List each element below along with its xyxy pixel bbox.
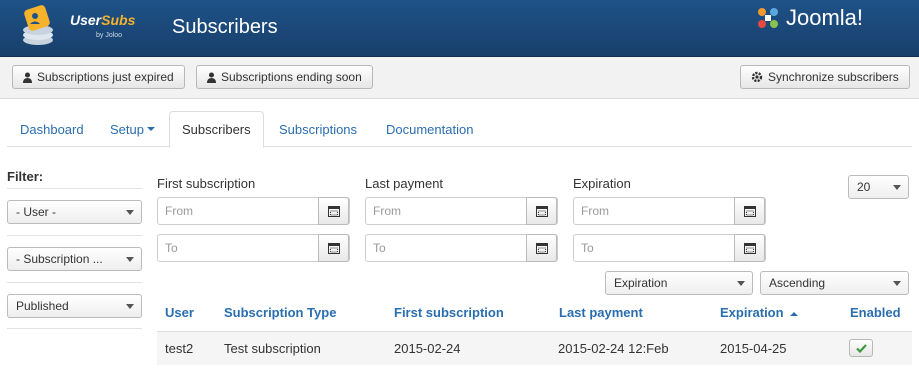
first-subscription-from-input[interactable] bbox=[158, 198, 320, 224]
subscription-filter-value: - Subscription ... bbox=[16, 252, 103, 266]
tab-documentation-label: Documentation bbox=[386, 121, 474, 137]
user-filter-select[interactable]: - User - bbox=[7, 200, 142, 224]
chevron-down-icon bbox=[126, 257, 134, 262]
logo-subtext: by Joloo bbox=[96, 32, 123, 39]
user-filter-value: - User - bbox=[16, 205, 56, 219]
app-header: UserSubs by Joloo Subscribers Joomla! bbox=[0, 0, 919, 57]
chevron-down-icon bbox=[126, 304, 134, 309]
calendar-icon bbox=[327, 206, 340, 217]
synchronize-subscribers-button[interactable]: Synchronize subscribers bbox=[740, 65, 910, 89]
expiration-to-input[interactable] bbox=[574, 235, 736, 261]
calendar-button[interactable] bbox=[734, 234, 765, 262]
calendar-button[interactable] bbox=[526, 197, 557, 225]
tab-subscribers-label: Subscribers bbox=[182, 122, 251, 137]
joomla-brand-text: Joomla! bbox=[786, 5, 864, 30]
subscriptions-expired-label: Subscriptions just expired bbox=[37, 70, 174, 84]
expiration-from-field bbox=[573, 197, 766, 225]
page-title: Subscribers bbox=[172, 16, 278, 38]
sort-field-select[interactable]: Expiration bbox=[605, 271, 753, 295]
subscription-filter-select[interactable]: - Subscription ... bbox=[7, 247, 142, 271]
calendar-button[interactable] bbox=[734, 197, 765, 225]
calendar-icon bbox=[743, 206, 756, 217]
status-filter-select[interactable]: Published bbox=[7, 294, 142, 318]
sort-direction-value: Ascending bbox=[769, 276, 826, 290]
calendar-button[interactable] bbox=[318, 234, 349, 262]
column-header-last-payment[interactable]: Last payment bbox=[559, 305, 643, 320]
logo-text: UserSubs bbox=[70, 12, 136, 28]
subscriptions-ending-button[interactable]: Subscriptions ending soon bbox=[196, 65, 373, 89]
subscriptions-ending-label: Subscriptions ending soon bbox=[221, 70, 362, 84]
user-icon bbox=[23, 72, 32, 83]
last-payment-label: Last payment bbox=[365, 176, 444, 191]
first-subscription-label: First subscription bbox=[157, 176, 256, 191]
first-subscription-from-field bbox=[157, 197, 350, 225]
chevron-down-icon bbox=[893, 281, 901, 286]
column-header-first-subscription[interactable]: First subscription bbox=[394, 305, 504, 320]
sort-direction-select[interactable]: Ascending bbox=[760, 271, 909, 295]
column-header-expiration-label: Expiration bbox=[720, 305, 784, 320]
list-limit-select[interactable]: 20 bbox=[848, 175, 909, 199]
calendar-icon bbox=[743, 243, 756, 254]
cell-first-subscription: 2015-02-24 bbox=[394, 341, 461, 356]
expiration-to-field bbox=[573, 234, 766, 262]
status-filter-value: Published bbox=[16, 299, 69, 313]
calendar-icon bbox=[535, 243, 548, 254]
subscriptions-expired-button[interactable]: Subscriptions just expired bbox=[12, 65, 185, 89]
column-header-subscription-type[interactable]: Subscription Type bbox=[224, 305, 336, 320]
usersubs-logo-icon bbox=[23, 5, 53, 45]
expiration-label: Expiration bbox=[573, 176, 631, 191]
synchronize-subscribers-label: Synchronize subscribers bbox=[768, 70, 899, 84]
tab-setup-label: Setup bbox=[110, 121, 144, 137]
calendar-button[interactable] bbox=[526, 234, 557, 262]
calendar-icon bbox=[327, 243, 340, 254]
first-subscription-to-field bbox=[157, 234, 350, 262]
calendar-icon bbox=[535, 206, 548, 217]
last-payment-from-input[interactable] bbox=[366, 198, 528, 224]
tab-documentation[interactable]: Documentation bbox=[374, 111, 485, 147]
cell-user[interactable]: test2 bbox=[165, 341, 193, 356]
expiration-from-input[interactable] bbox=[574, 198, 736, 224]
last-payment-to-input[interactable] bbox=[366, 235, 528, 261]
divider bbox=[7, 282, 142, 283]
sort-field-value: Expiration bbox=[614, 276, 668, 290]
sort-asc-icon bbox=[789, 311, 798, 316]
divider bbox=[7, 235, 142, 236]
divider bbox=[7, 188, 142, 189]
caret-down-icon bbox=[146, 127, 155, 131]
user-icon bbox=[207, 72, 216, 83]
cell-expiration: 2015-04-25 bbox=[720, 341, 787, 356]
tab-subscriptions[interactable]: Subscriptions bbox=[267, 111, 369, 147]
calendar-button[interactable] bbox=[318, 197, 349, 225]
chevron-down-icon bbox=[126, 210, 134, 215]
gear-icon bbox=[751, 71, 763, 83]
divider bbox=[7, 328, 142, 329]
column-header-user[interactable]: User bbox=[165, 305, 194, 320]
cell-subscription-type: Test subscription bbox=[224, 341, 321, 356]
column-header-enabled[interactable]: Enabled bbox=[850, 305, 901, 320]
last-payment-from-field bbox=[365, 197, 558, 225]
nav-tabs: Dashboard Setup Subscribers Subscription… bbox=[7, 111, 912, 148]
chevron-down-icon bbox=[737, 281, 745, 286]
tab-dashboard[interactable]: Dashboard bbox=[8, 111, 96, 147]
joomla-logo[interactable]: Joomla! bbox=[754, 4, 904, 34]
last-payment-to-field bbox=[365, 234, 558, 262]
first-subscription-to-input[interactable] bbox=[158, 235, 320, 261]
check-icon bbox=[855, 343, 867, 353]
chevron-down-icon bbox=[893, 185, 901, 190]
tab-dashboard-label: Dashboard bbox=[20, 121, 84, 137]
enabled-toggle-button[interactable] bbox=[849, 339, 873, 357]
tab-setup[interactable]: Setup bbox=[98, 111, 167, 147]
list-limit-value: 20 bbox=[857, 180, 871, 194]
filter-title: Filter: bbox=[7, 169, 44, 184]
joomla-logo-icon bbox=[758, 8, 778, 28]
column-header-expiration[interactable]: Expiration bbox=[720, 305, 798, 320]
tab-subscribers[interactable]: Subscribers bbox=[169, 111, 264, 148]
usersubs-logo[interactable]: UserSubs by Joloo bbox=[8, 4, 158, 48]
cell-last-payment: 2015-02-24 12:Feb bbox=[558, 341, 669, 356]
tab-subscriptions-label: Subscriptions bbox=[279, 121, 358, 137]
toolbar: Subscriptions just expired Subscriptions… bbox=[0, 57, 919, 99]
